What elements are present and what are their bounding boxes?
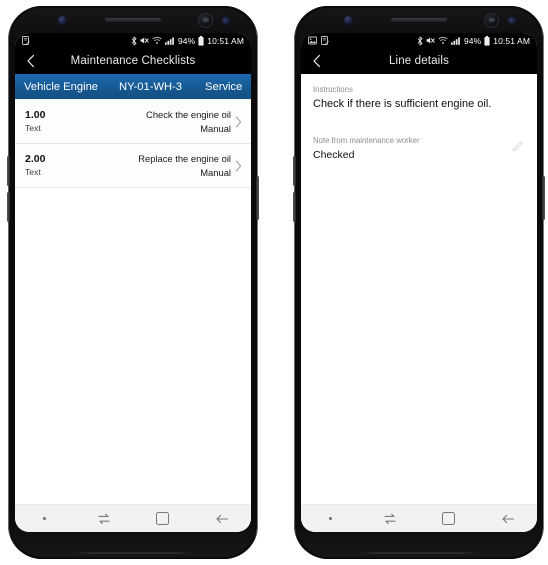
note-value: Checked [313,149,355,161]
bluetooth-icon [417,36,423,46]
status-bar-notifications [308,36,417,45]
row-number: 1.00 [25,109,46,121]
android-nav-bar [15,504,251,532]
instructions-field: Instructions Check if there is sufficien… [313,84,525,113]
volume-up-button[interactable] [293,156,296,186]
page-title: Maintenance Checklists [70,55,196,67]
chevron-right-icon[interactable] [233,160,244,172]
back-arrow-icon[interactable] [491,509,525,529]
line-details-panel: Instructions Check if there is sufficien… [301,74,537,164]
image-icon [308,36,317,45]
wifi-icon [152,36,162,45]
nav-dot-icon[interactable] [314,509,348,529]
page-title: Line details [389,55,449,67]
row-type: Text [25,167,41,177]
table-row[interactable]: 2.00 Text Replace the engine oil Manual [15,144,251,188]
power-button[interactable] [542,176,545,220]
phone-bottom-bezel [8,531,258,559]
recents-swap-icon[interactable] [87,509,121,529]
status-bar-clock: 10:51 AM [207,35,244,46]
chevron-right-icon[interactable] [233,116,244,128]
row-right-column: Replace the engine oil Manual [95,152,233,179]
row-meta: Manual [200,167,231,178]
context-col-service: Service [205,80,243,93]
status-bar-notifications [22,36,131,45]
battery-icon [484,35,490,46]
document-lock-icon [321,36,329,45]
back-arrow-icon[interactable] [205,509,239,529]
phone-device-left: 94% 10:51 AM Maintenance Checklists Vehi… [7,6,259,559]
nav-dot-icon[interactable] [28,509,62,529]
android-nav-bar [301,504,537,532]
detail-empty-area [301,164,537,504]
phone-screen-left: 94% 10:51 AM Maintenance Checklists Vehi… [15,33,251,532]
status-bar-clock: 10:51 AM [493,35,530,46]
status-bar-system-icons: 94% 10:51 AM [417,35,530,46]
volume-down-button[interactable] [7,192,10,222]
home-square-icon[interactable] [432,509,466,529]
earpiece-speaker [391,18,447,22]
phone-bottom-bezel [294,531,544,559]
proximity-sensor-icon [508,17,516,25]
battery-icon [198,35,204,46]
row-title: Check the engine oil [146,109,231,120]
row-right-column: Check the engine oil Manual [95,108,233,135]
note-field[interactable]: Note from maintenance worker Checked [313,135,525,164]
status-bar: 94% 10:51 AM [301,33,537,48]
wifi-icon [438,36,448,45]
home-square-icon[interactable] [146,509,180,529]
table-row[interactable]: 1.00 Text Check the engine oil Manual [15,99,251,144]
document-lock-icon [22,36,30,45]
iris-scanner-icon [199,14,212,27]
status-bar: 94% 10:51 AM [15,33,251,48]
phone-top-bezel [18,12,248,30]
power-button[interactable] [256,176,259,220]
instructions-label: Instructions [313,85,353,94]
app-title-bar: Maintenance Checklists [15,48,251,74]
screenshot-stage: 94% 10:51 AM Maintenance Checklists Vehi… [0,0,548,565]
bottom-speaker-grill [359,552,479,554]
signal-bars-icon [450,36,461,45]
note-label: Note from maintenance worker [313,136,420,145]
phone-screen-right: 94% 10:51 AM Line details Instructions C… [301,33,537,532]
row-left-column: 2.00 Text [25,152,95,179]
front-camera-icon [58,16,67,25]
row-number: 2.00 [25,153,46,165]
volume-mute-icon [426,36,435,45]
recents-swap-icon[interactable] [373,509,407,529]
app-title-bar: Line details [301,48,537,74]
phone-device-right: 94% 10:51 AM Line details Instructions C… [293,6,545,559]
iris-scanner-icon [485,14,498,27]
pencil-edit-icon[interactable] [511,139,525,153]
bottom-speaker-grill [73,552,193,554]
earpiece-speaker [105,18,161,22]
volume-up-button[interactable] [7,156,10,186]
row-title: Replace the engine oil [138,153,231,164]
status-bar-system-icons: 94% 10:51 AM [131,35,244,46]
context-header-bar: Vehicle Engine NY-01-WH-3 Service [15,74,251,99]
volume-mute-icon [140,36,149,45]
row-type: Text [25,123,41,133]
row-left-column: 1.00 Text [25,108,95,135]
context-col-asset-id: NY-01-WH-3 [119,80,183,93]
phone-top-bezel [304,12,534,30]
context-col-vehicle: Vehicle Engine [24,80,99,93]
checklist-list: 1.00 Text Check the engine oil Manual 2.… [15,99,251,188]
instructions-value: Check if there is sufficient engine oil. [313,98,492,110]
back-chevron-icon[interactable] [23,53,39,69]
back-chevron-icon[interactable] [309,53,325,69]
battery-percent-label: 94% [463,35,482,46]
signal-bars-icon [164,36,175,45]
battery-percent-label: 94% [177,35,196,46]
bluetooth-icon [131,36,137,46]
volume-down-button[interactable] [293,192,296,222]
list-empty-area [15,188,251,504]
row-meta: Manual [200,123,231,134]
front-camera-icon [344,16,353,25]
proximity-sensor-icon [222,17,230,25]
